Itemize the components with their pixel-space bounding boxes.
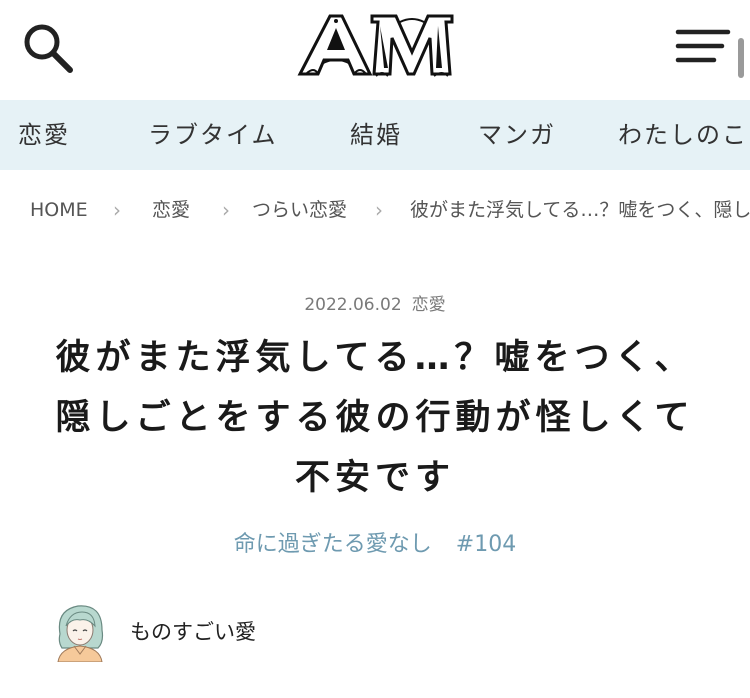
breadcrumb-home[interactable]: HOME xyxy=(30,190,88,230)
article-category[interactable]: 恋愛 xyxy=(412,295,446,315)
logo-letter-m xyxy=(370,14,454,77)
search-button[interactable] xyxy=(20,20,76,76)
series-name[interactable]: 命に過ぎたる愛なし xyxy=(234,532,432,557)
chevron-right-icon: › xyxy=(375,198,383,222)
article-title-line: 隠しごとをする彼の行動が怪しくて xyxy=(55,398,695,438)
breadcrumb-painful-love[interactable]: つらい恋愛 xyxy=(252,190,347,230)
logo-mark xyxy=(297,14,454,77)
article-meta: 2022.06.02 恋愛 xyxy=(0,290,750,315)
nav-item-manga[interactable]: マンガ xyxy=(478,100,556,170)
breadcrumb: HOME › 恋愛 › つらい恋愛 › 彼がまた浮気してる…？嘘をつく、隠し xyxy=(0,190,750,230)
author-name[interactable]: ものすごい愛 xyxy=(130,616,256,646)
series-link[interactable]: 命に過ぎたる愛なし #104 xyxy=(0,526,750,558)
logo-letter-a xyxy=(297,14,373,76)
nav-item-watashino[interactable]: わたしのこ xyxy=(618,100,748,170)
nav-item-love[interactable]: 恋愛 xyxy=(18,100,70,170)
page-scrollbar[interactable] xyxy=(738,38,744,78)
chevron-right-icon: › xyxy=(113,198,121,222)
category-nav: 恋愛 ラブタイム 結婚 マンガ わたしのこ xyxy=(0,100,750,170)
search-icon xyxy=(24,24,73,73)
menu-button[interactable] xyxy=(674,24,734,68)
nav-item-marriage[interactable]: 結婚 xyxy=(350,100,402,170)
series-number[interactable]: #104 xyxy=(456,532,516,557)
site-header xyxy=(0,0,750,100)
article-title-line: 不安です xyxy=(294,458,455,498)
breadcrumb-love[interactable]: 恋愛 xyxy=(152,190,190,230)
site-logo[interactable] xyxy=(296,12,456,80)
avatar xyxy=(57,605,104,662)
chevron-right-icon: › xyxy=(222,198,230,222)
breadcrumb-current: 彼がまた浮気してる…？嘘をつく、隠し xyxy=(410,199,750,221)
nav-item-lovetime[interactable]: ラブタイム xyxy=(148,100,278,170)
article-title: 彼がまた浮気してる…？嘘をつく、 隠しごとをする彼の行動が怪しくて 不安です xyxy=(40,328,710,508)
article-title-line: 彼がまた浮気してる…？嘘をつく、 xyxy=(55,338,695,378)
article-date: 2022.06.02 xyxy=(304,295,402,315)
hamburger-menu-icon xyxy=(675,29,731,63)
